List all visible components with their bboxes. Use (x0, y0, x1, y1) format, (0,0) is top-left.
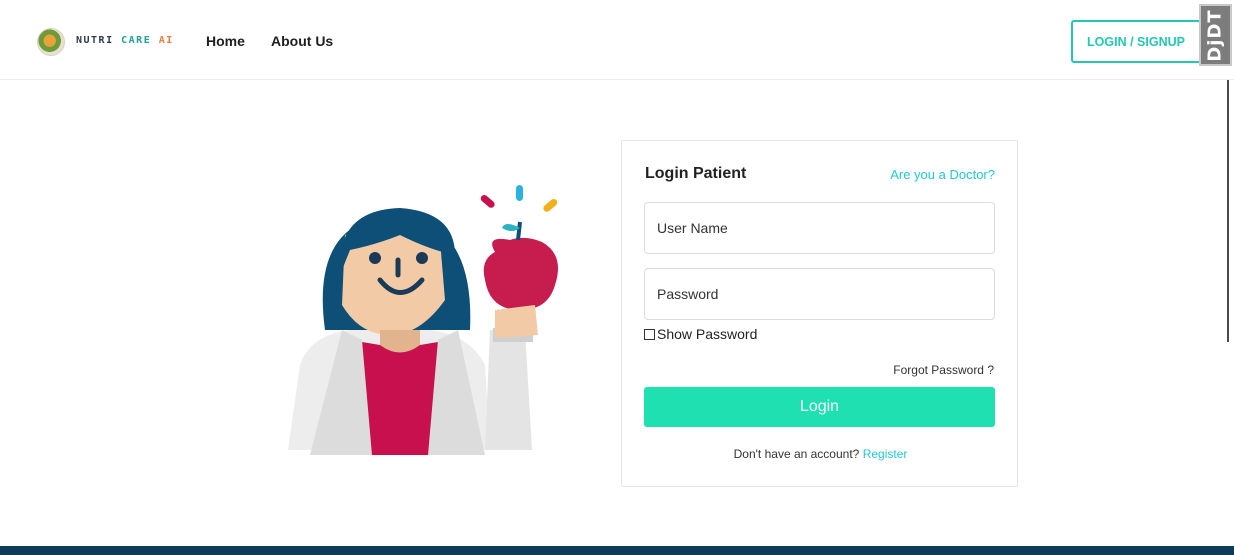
login-signup-button[interactable]: LOGIN / SIGNUP (1071, 20, 1201, 63)
top-header: NUTRI CARE AI Home About Us LOGIN / SIGN… (0, 0, 1234, 80)
username-input[interactable] (644, 202, 995, 254)
left-eye (369, 252, 381, 264)
brand-name[interactable]: NUTRI CARE AI (76, 35, 174, 46)
right-eye (416, 252, 428, 264)
sparkle-blue (516, 185, 523, 201)
register-link[interactable]: Register (863, 447, 908, 461)
scrollbar[interactable] (1227, 80, 1229, 342)
show-password-label: Show Password (657, 326, 758, 342)
brand-part-ai: AI (158, 35, 174, 46)
sparkle-red (480, 194, 495, 208)
register-row: Don't have an account? Register (622, 447, 1019, 461)
show-password-checkbox[interactable] (644, 328, 655, 340)
nav-about-us-link[interactable]: About Us (271, 33, 333, 49)
apple-stem (516, 221, 522, 241)
login-button[interactable]: Login (644, 387, 995, 427)
nutri-care-logo-icon[interactable] (37, 28, 65, 56)
login-card: Login Patient Are you a Doctor? Show Pas… (621, 140, 1018, 487)
brand-part-care: CARE (121, 35, 152, 46)
apple (483, 237, 559, 310)
login-card-title: Login Patient (645, 165, 747, 182)
doctor-login-link[interactable]: Are you a Doctor? (890, 167, 995, 182)
debug-toolbar-label: DjDT (1205, 8, 1226, 62)
footer-bar (0, 546, 1234, 555)
forgot-password-link[interactable]: Forgot Password ? (893, 363, 994, 377)
nav-home-link[interactable]: Home (206, 33, 245, 49)
show-password-toggle[interactable]: Show Password (644, 326, 757, 342)
doctor-with-apple-illustration (288, 185, 559, 455)
raised-arm (485, 330, 532, 450)
debug-toolbar-handle[interactable]: DjDT (1199, 4, 1232, 66)
sparkle-yellow (543, 198, 558, 212)
hand (495, 305, 538, 338)
password-input[interactable] (644, 268, 995, 320)
brand-part-nutri: NUTRI (76, 35, 114, 46)
no-account-text: Don't have an account? (733, 447, 860, 461)
